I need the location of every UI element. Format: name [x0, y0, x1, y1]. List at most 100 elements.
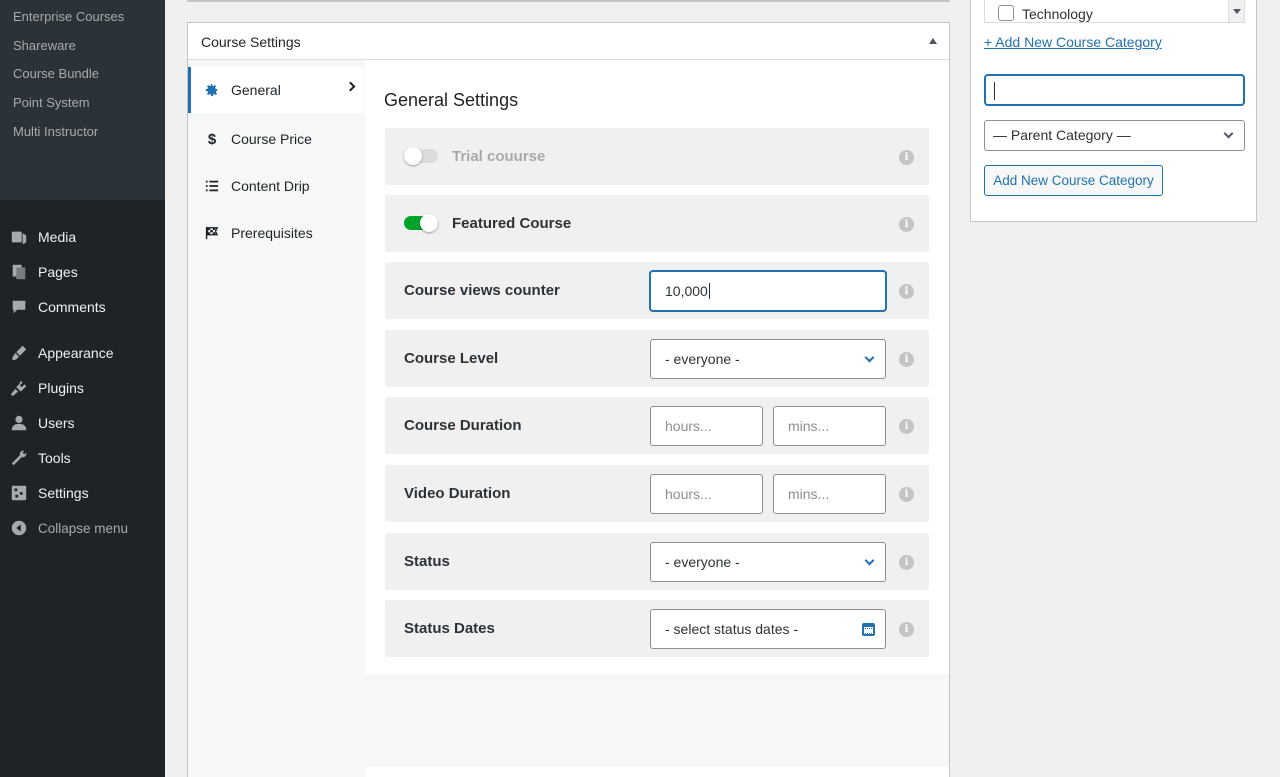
- course-level-value: - everyone -: [665, 351, 740, 367]
- course-level-select[interactable]: - everyone -: [650, 339, 886, 379]
- collapse-toggle-icon[interactable]: [929, 38, 937, 44]
- course-categories-metabox: Technology + Add New Course Category — P…: [970, 0, 1257, 222]
- info-icon[interactable]: i: [899, 217, 914, 232]
- toggle-knob: [420, 214, 438, 232]
- gear-icon: [204, 82, 220, 98]
- toggle-knob: [404, 147, 422, 165]
- sidebar-item-settings[interactable]: Settings: [0, 477, 165, 509]
- admin-sidebar: Enterprise Courses Shareware Course Bund…: [0, 0, 165, 777]
- tools-icon: [9, 448, 29, 468]
- users-icon: [9, 413, 29, 433]
- status-label: Status: [404, 553, 450, 570]
- section-title: General Settings: [384, 90, 519, 110]
- sidebar-item-label: Users: [38, 415, 75, 431]
- info-icon[interactable]: i: [899, 150, 914, 165]
- status-dates-row: Status Dates - select status dates - i: [385, 600, 929, 657]
- featured-course-row: Featured Course i: [385, 195, 929, 252]
- text-caret: [708, 283, 710, 299]
- sidebar-item-plugins[interactable]: Plugins: [0, 372, 165, 404]
- content-footer-area: [365, 767, 949, 777]
- sidebar-item-tools[interactable]: Tools: [0, 442, 165, 474]
- course-level-row: Course Level - everyone - i: [385, 330, 929, 387]
- info-icon[interactable]: i: [899, 555, 914, 570]
- pages-icon: [9, 262, 29, 282]
- course-duration-label: Course Duration: [404, 417, 522, 434]
- tab-label: Course Price: [231, 131, 312, 147]
- course-duration-hours-input[interactable]: hours...: [650, 406, 763, 446]
- tab-prerequisites[interactable]: Prerequisites: [188, 210, 364, 256]
- collapse-menu-label: Collapse menu: [38, 520, 129, 536]
- add-new-category-link[interactable]: + Add New Course Category: [984, 34, 1162, 50]
- video-duration-mins-input[interactable]: mins...: [773, 474, 886, 514]
- tab-content-drip[interactable]: Content Drip: [188, 163, 364, 209]
- video-duration-label: Video Duration: [404, 485, 511, 502]
- sidebar-item-label: Pages: [38, 264, 78, 280]
- course-level-label: Course Level: [404, 350, 499, 367]
- info-icon[interactable]: i: [899, 487, 914, 502]
- video-duration-hours-input[interactable]: hours...: [650, 474, 763, 514]
- sidebar-item-media[interactable]: Media: [0, 221, 165, 253]
- info-icon[interactable]: i: [899, 352, 914, 367]
- new-category-input[interactable]: [984, 74, 1245, 106]
- sidebar-item-label: Comments: [38, 299, 106, 315]
- media-icon: [9, 227, 29, 247]
- list-icon: [204, 178, 220, 194]
- appearance-icon: [9, 343, 29, 363]
- trial-course-label: Trial couurse: [452, 148, 546, 165]
- info-icon[interactable]: i: [899, 622, 914, 637]
- submenu-item-shareware[interactable]: Shareware: [13, 38, 76, 53]
- status-row: Status - everyone - i: [385, 533, 929, 590]
- views-counter-value: 10,000: [665, 283, 708, 299]
- submenu-item-enterprise-courses[interactable]: Enterprise Courses: [13, 9, 124, 24]
- status-select[interactable]: - everyone -: [650, 542, 886, 582]
- chevron-down-icon: [864, 352, 875, 363]
- sidebar-item-comments[interactable]: Comments: [0, 291, 165, 323]
- calendar-icon: [862, 623, 875, 636]
- course-duration-row: Course Duration hours... mins... i: [385, 397, 929, 454]
- chevron-down-icon: [864, 555, 875, 566]
- status-dates-picker[interactable]: - select status dates -: [650, 609, 886, 649]
- parent-category-select[interactable]: — Parent Category —: [984, 120, 1245, 151]
- sidebar-item-appearance[interactable]: Appearance: [0, 337, 165, 369]
- info-icon[interactable]: i: [899, 419, 914, 434]
- submenu-item-point-system[interactable]: Point System: [13, 95, 90, 110]
- status-dates-value: - select status dates -: [665, 621, 799, 637]
- info-icon[interactable]: i: [899, 284, 914, 299]
- course-settings-metabox: Course Settings General $ Course Price C…: [187, 22, 950, 777]
- trial-course-row: Trial couurse i: [385, 128, 929, 185]
- tab-label: Prerequisites: [231, 225, 313, 241]
- chevron-down-icon: [1223, 128, 1234, 139]
- metabox-header: Course Settings: [188, 23, 949, 60]
- featured-course-toggle[interactable]: [404, 214, 438, 232]
- text-caret: [994, 82, 995, 100]
- chevron-right-icon: [345, 81, 356, 92]
- add-category-button[interactable]: Add New Course Category: [984, 165, 1163, 196]
- views-counter-row: Course views counter 10,000 i: [385, 262, 929, 319]
- category-checkbox[interactable]: [998, 5, 1014, 21]
- views-counter-label: Course views counter: [404, 282, 560, 299]
- general-settings-content: General Settings Trial couurse i Feature…: [365, 60, 949, 674]
- sidebar-item-label: Appearance: [38, 345, 114, 361]
- comments-icon: [9, 297, 29, 317]
- submenu-item-course-bundle[interactable]: Course Bundle: [13, 66, 99, 81]
- tab-course-price[interactable]: $ Course Price: [188, 116, 364, 162]
- course-duration-mins-input[interactable]: mins...: [773, 406, 886, 446]
- parent-category-value: — Parent Category —: [993, 127, 1131, 143]
- checklist-scrollbar[interactable]: [1228, 0, 1244, 22]
- tab-general[interactable]: General: [188, 67, 364, 113]
- collapse-menu-button[interactable]: Collapse menu: [0, 512, 165, 544]
- status-dates-label: Status Dates: [404, 620, 495, 637]
- submenu-item-multi-instructor[interactable]: Multi Instructor: [13, 124, 98, 139]
- plugins-icon: [9, 378, 29, 398]
- trial-course-toggle[interactable]: [404, 147, 438, 165]
- views-counter-input[interactable]: 10,000: [650, 271, 886, 311]
- plugin-submenu: Enterprise Courses Shareware Course Bund…: [0, 0, 165, 200]
- category-label: Technology: [1022, 6, 1093, 22]
- featured-course-label: Featured Course: [452, 215, 572, 232]
- category-checklist: Technology: [984, 0, 1245, 23]
- video-duration-row: Video Duration hours... mins... i: [385, 465, 929, 522]
- sidebar-item-users[interactable]: Users: [0, 407, 165, 439]
- checkered-flag-icon: [204, 225, 220, 241]
- sidebar-item-pages[interactable]: Pages: [0, 256, 165, 288]
- previous-metabox-edge: [187, 0, 950, 2]
